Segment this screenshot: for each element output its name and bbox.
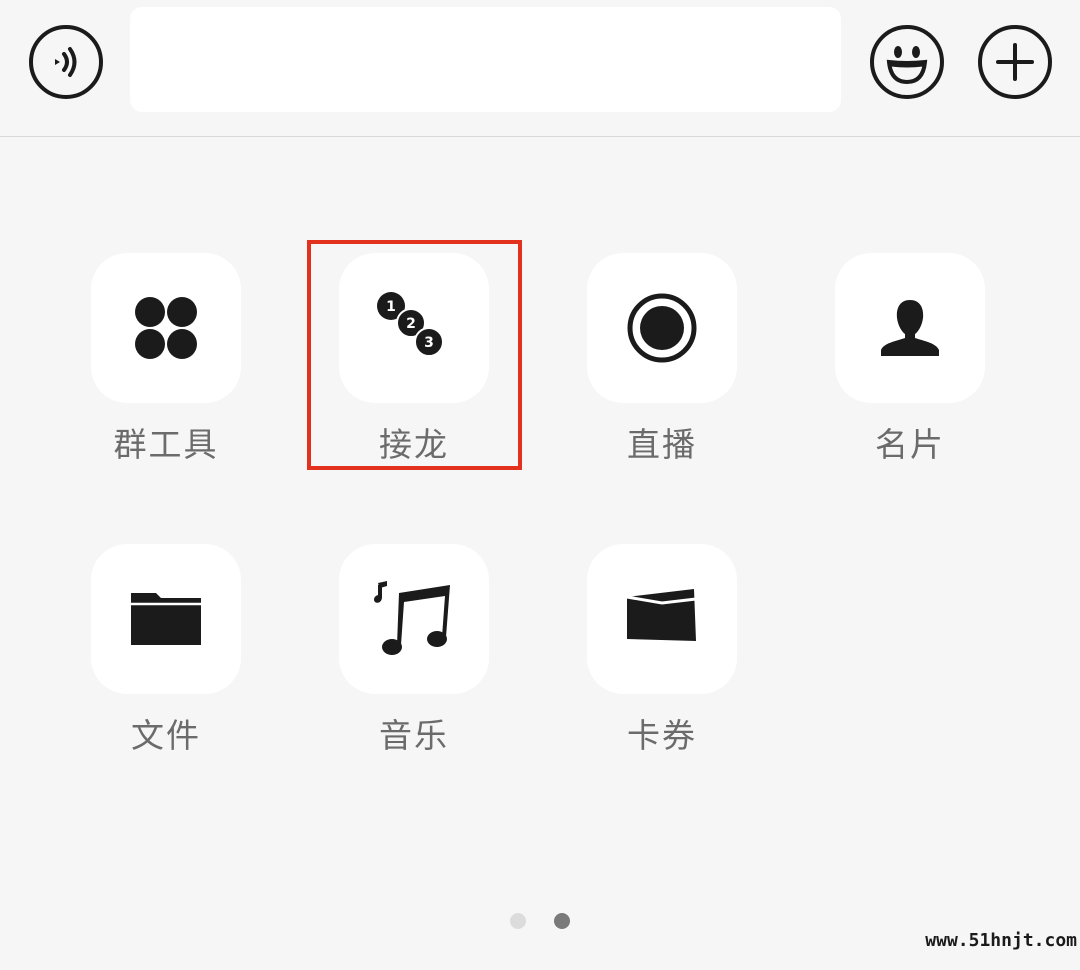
live-button[interactable]	[587, 253, 737, 403]
file-label: 文件	[131, 716, 201, 755]
message-input[interactable]	[130, 7, 841, 112]
live-label: 直播	[627, 425, 697, 464]
voice-input-icon	[55, 47, 77, 77]
person-card-icon	[881, 300, 939, 356]
file-button[interactable]	[91, 544, 241, 694]
coupon-button[interactable]	[587, 544, 737, 694]
live-record-icon	[627, 293, 697, 363]
contact-card-label: 名片	[875, 425, 945, 464]
music-label: 音乐	[379, 716, 449, 755]
more-button[interactable]	[978, 25, 1052, 99]
highlight-box	[307, 240, 522, 470]
voice-button[interactable]	[29, 25, 103, 99]
music-note-icon	[374, 581, 450, 655]
music-button[interactable]	[339, 544, 489, 694]
coupon-icon	[626, 589, 697, 641]
folder-icon	[131, 593, 201, 645]
chat-input-bar	[0, 0, 1080, 137]
page-indicator-dot-1[interactable]	[510, 913, 526, 929]
plus-icon	[996, 43, 1034, 81]
smiley-face-icon	[886, 46, 928, 85]
watermark-text: www.51hnjt.com	[925, 930, 1077, 951]
page-indicator-dot-2[interactable]	[554, 913, 570, 929]
emoji-button[interactable]	[870, 25, 944, 99]
contact-card-button[interactable]	[835, 253, 985, 403]
group-tools-label: 群工具	[113, 425, 219, 464]
group-tools-button[interactable]	[91, 253, 241, 403]
coupon-label: 卡券	[627, 716, 697, 755]
four-dots-icon	[135, 297, 197, 359]
chat-attachment-panel: 群工具 1 2 3 接龙 直播 名片 文件 音乐 卡券 www.51hnjt.c…	[0, 0, 1080, 970]
